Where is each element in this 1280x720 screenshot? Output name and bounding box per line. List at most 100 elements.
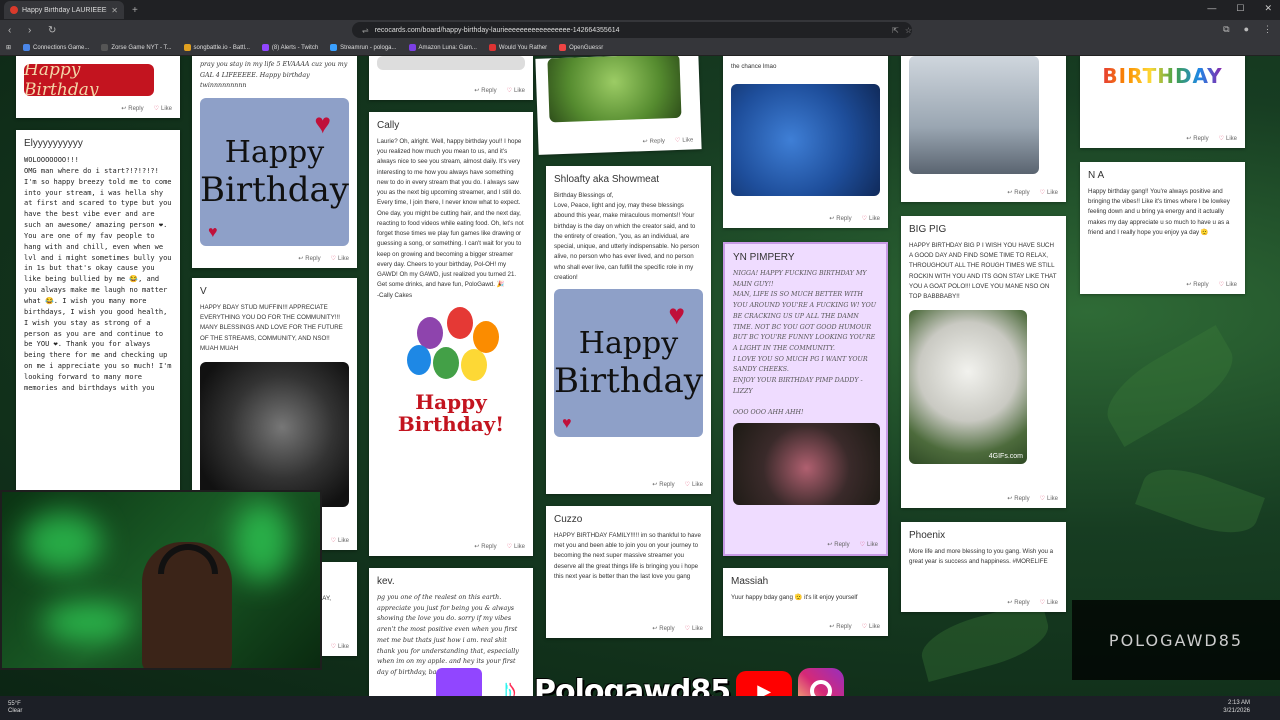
card-author: YN PIMPERY [733,252,795,263]
like-button[interactable]: ♡ Like [685,481,703,489]
card-message: WOLOOOOOOO!!! OMG man where do i start?!… [24,156,172,392]
bookmark-item[interactable]: Would You Rather [488,44,547,51]
reply-button[interactable]: ↩Reply [1007,599,1029,607]
back-icon[interactable]: ‹ [8,25,20,36]
leaf-decoration [1094,325,1246,447]
reply-button[interactable]: ↩Reply [829,215,851,223]
minimize-icon[interactable]: — [1207,3,1216,14]
like-button[interactable]: ♡ Like [1039,189,1058,197]
card-message: Birthday Blessings of, Love, Peace, ligh… [554,192,700,281]
like-button[interactable]: ♡ Like [684,625,703,633]
browser-tab[interactable]: Happy Birthday LAURIEEEEEEEEE ✕ [4,1,124,19]
webcam-overlay [0,490,322,670]
card-author: Shloafty aka Showmeat [554,174,660,185]
card-author: V [200,286,207,297]
url-bar[interactable]: ⇌ recocards.com/board/happy-birthday-lau… [352,22,912,38]
heart-icon: ♡ [684,626,690,632]
bookmark-star-icon[interactable]: ☆ [905,26,912,35]
bookmark-favicon-icon [23,44,31,51]
card-actions: ↩Reply ♡Like [1007,189,1058,197]
heart-icon: ♡ [1039,190,1045,196]
site-favicon-icon [10,6,18,14]
like-button[interactable]: ♡ Like [331,537,349,545]
weather-widget[interactable]: 55°F Clear [8,701,22,715]
like-button[interactable]: ♡ Like [1219,135,1237,143]
reply-icon: ↩ [474,544,480,550]
site-info-icon[interactable]: ⇌ [362,26,369,35]
heart-icon: ♡ [859,542,865,548]
reply-icon: ↩ [642,139,648,146]
heart-icon: ♡ [1218,282,1224,288]
bookmark-item[interactable]: Connections Game... [23,44,89,51]
like-button[interactable]: ♡ Like [507,543,525,551]
card-actions: ↩Reply ♡Like [829,215,880,223]
maximize-icon[interactable]: ☐ [1236,3,1244,14]
reply-button[interactable]: ↩Reply [652,481,674,489]
like-button[interactable]: ♡ Like [154,105,172,113]
reply-button[interactable]: ↩Reply [829,623,851,631]
bookmark-favicon-icon [330,44,338,51]
extensions-icon[interactable]: ⧉ [1223,24,1229,35]
bookmark-favicon-icon [408,44,416,51]
url-text: recocards.com/board/happy-birthday-lauri… [374,26,620,34]
reply-button[interactable]: ↩Reply [1007,189,1029,197]
close-window-icon[interactable]: ✕ [1264,3,1272,14]
card-author: Massiah [731,576,769,587]
reply-icon: ↩ [829,216,835,222]
bookmark-item[interactable]: (8) Alerts - Twitch [261,44,318,51]
bookmark-item[interactable]: songbattle.io - Battl... [183,44,250,51]
reply-button[interactable]: ↩Reply [298,255,320,263]
card-actions: ↩Reply ♡Like [1007,495,1058,503]
profile-icon[interactable]: ● [1244,24,1249,35]
like-button[interactable]: ♡ Like [859,541,878,549]
bookmark-item[interactable]: Amazon Luna: Gam... [408,44,477,51]
leaf-decoration [915,600,1055,682]
like-button[interactable]: ♡ Like [1040,495,1058,503]
card-massiah: Massiah Yuur happy bday gang 🫡 it's lit … [723,568,888,636]
apps-grid-icon[interactable]: ⊞ [6,44,11,51]
like-button[interactable]: ♡ Like [330,643,349,651]
forward-icon[interactable]: › [28,25,40,36]
reply-button[interactable]: ↩Reply [121,105,143,113]
card-message: Happy birthday gang!! You're always posi… [1088,188,1230,236]
reply-icon: ↩ [1007,496,1013,502]
reply-button[interactable]: ↩Reply [827,541,849,549]
reply-button[interactable]: ↩Reply [642,137,665,145]
reload-icon[interactable]: ↻ [48,25,60,36]
like-button[interactable]: ♡ Like [506,87,525,95]
food-image [377,56,525,70]
toolbar-icons: ⧉ ● ⋮ [1223,24,1272,35]
card-na: N A Happy birthday gang!! You're always … [1080,162,1245,294]
menu-icon[interactable]: ⋮ [1263,24,1272,35]
like-button[interactable]: ♡ Like [862,215,880,223]
like-button[interactable]: ♡ Like [1040,599,1058,607]
reply-icon: ↩ [1186,136,1192,142]
card-cuzzo: Cuzzo HAPPY BIRTHDAY FAMILY!!!!! im so t… [546,506,711,638]
reply-button[interactable]: ↩Reply [652,625,674,633]
bookmark-item[interactable]: Zorse Game NYT - T... [101,44,172,51]
reply-icon: ↩ [652,626,658,632]
reply-button[interactable]: ↩Reply [474,87,496,95]
like-button[interactable]: ♡ Like [331,255,349,263]
reply-button[interactable]: ↩Reply [474,543,496,551]
bookmark-favicon-icon [488,44,496,51]
heart-icon: ♥ [668,299,685,331]
tab-title: Happy Birthday LAURIEEEEEEEEE [22,6,107,14]
system-clock[interactable]: 2:13 AM 3/21/2026 [1223,700,1250,716]
wolf-gif-image [200,362,349,508]
like-button[interactable]: ♡ Like [862,623,880,631]
close-tab-icon[interactable]: ✕ [111,6,118,15]
share-icon[interactable]: ⇱ [892,26,899,35]
reply-icon: ↩ [121,106,127,112]
new-tab-icon[interactable]: + [132,5,138,16]
bookmark-item[interactable]: Streamrun - pologa... [330,44,397,51]
like-button[interactable]: ♡ Like [675,136,694,144]
like-button[interactable]: ♡ Like [1218,281,1237,289]
window-controls: — ☐ ✕ [1207,3,1272,14]
bookmark-item[interactable]: OpenGuessr [559,44,603,51]
reply-button[interactable]: ↩Reply [1186,135,1208,143]
heart-icon: ♡ [506,88,512,94]
reply-button[interactable]: ↩Reply [1186,281,1208,289]
reply-button[interactable]: ↩Reply [1007,495,1029,503]
heart-icon: ♡ [330,644,336,650]
